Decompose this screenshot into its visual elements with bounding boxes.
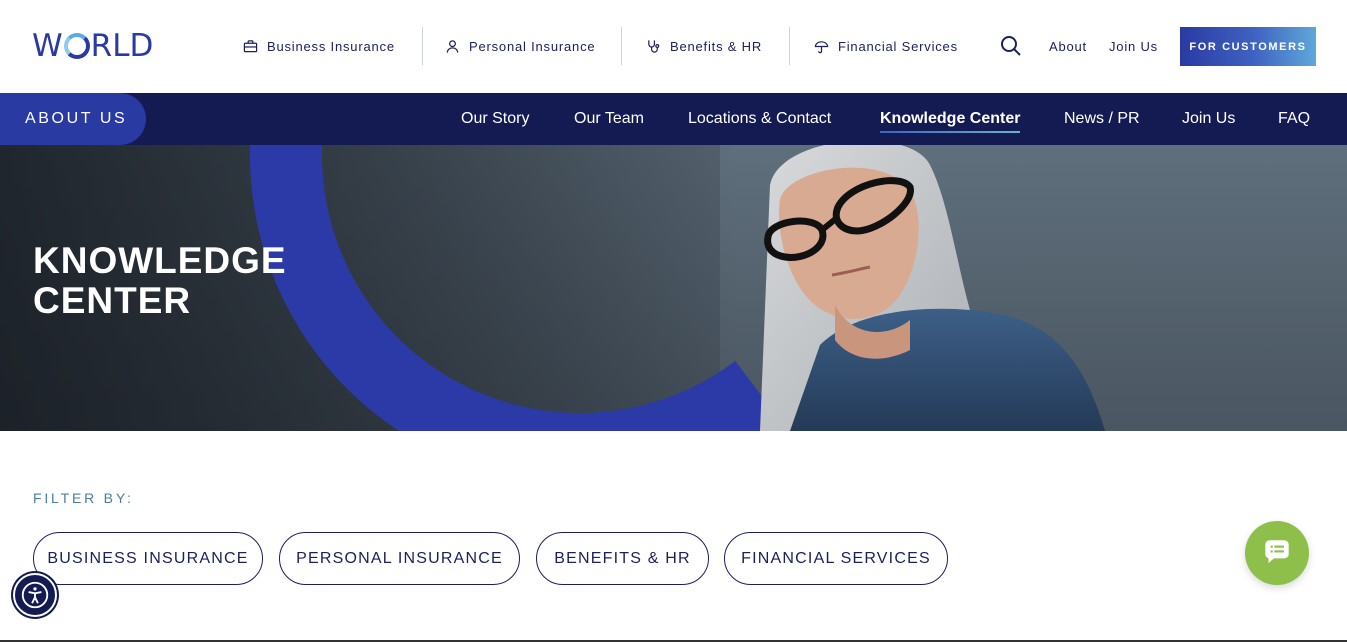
- nav-financial-services[interactable]: Financial Services: [814, 27, 958, 65]
- briefcase-icon: [243, 39, 258, 52]
- nav-financial-services-label: Financial Services: [838, 38, 958, 54]
- nav-personal-insurance-label: Personal Insurance: [469, 38, 596, 54]
- chat-button[interactable]: [1245, 521, 1309, 585]
- subnav-join-us[interactable]: Join Us: [1182, 110, 1235, 128]
- page-title-line1: KNOWLEDGE: [33, 240, 287, 281]
- hero-person-photo: [760, 145, 1105, 431]
- page-title-line2: CENTER: [33, 280, 192, 321]
- nav-personal-insurance[interactable]: Personal Insurance: [445, 27, 595, 65]
- subnav-knowledge-center[interactable]: Knowledge Center: [880, 110, 1021, 133]
- for-customers-button[interactable]: FOR CUSTOMERS: [1180, 27, 1316, 66]
- logo-o-icon: [63, 33, 90, 59]
- top-header: W RLD Business Insurance Personal Insura…: [0, 0, 1347, 93]
- filter-by-label: FILTER BY:: [33, 490, 134, 506]
- filter-personal-insurance-button[interactable]: PERSONAL INSURANCE: [279, 532, 520, 585]
- filter-financial-services-button[interactable]: FINANCIAL SERVICES: [724, 532, 948, 585]
- accessibility-button[interactable]: [13, 573, 57, 617]
- chat-bubble-icon: [1265, 540, 1289, 564]
- nav-divider: [422, 27, 423, 65]
- nav-business-insurance-label: Business Insurance: [267, 38, 395, 54]
- filter-business-insurance-button[interactable]: BUSINESS INSURANCE: [33, 532, 263, 585]
- search-icon: [1001, 36, 1021, 56]
- subnav-locations-contact[interactable]: Locations & Contact: [688, 110, 831, 128]
- section-title: ABOUT US: [25, 110, 128, 127]
- section-title-pill: ABOUT US: [0, 93, 146, 145]
- search-button[interactable]: [999, 34, 1023, 58]
- page-title: KNOWLEDGE CENTER: [33, 241, 287, 321]
- stethoscope-icon: [648, 39, 660, 53]
- nav-benefits-hr-label: Benefits & HR: [670, 38, 763, 54]
- subnav-faq[interactable]: FAQ: [1278, 110, 1310, 128]
- nav-business-insurance[interactable]: Business Insurance: [243, 27, 395, 65]
- subnav-our-team[interactable]: Our Team: [574, 110, 644, 128]
- subnav-our-story[interactable]: Our Story: [461, 110, 529, 128]
- logo-prefix: W: [32, 28, 63, 64]
- hero-banner: KNOWLEDGE CENTER: [0, 145, 1347, 431]
- subnav-news-pr[interactable]: News / PR: [1064, 110, 1140, 128]
- join-us-link[interactable]: Join Us: [1109, 39, 1158, 54]
- accessibility-icon: [21, 581, 49, 609]
- about-subnav: ABOUT US Our Story Our Team Locations & …: [0, 93, 1347, 145]
- filter-benefits-hr-button[interactable]: BENEFITS & HR: [536, 532, 709, 585]
- logo-suffix: RLD: [90, 28, 154, 64]
- world-logo[interactable]: W RLD: [32, 28, 153, 64]
- about-link[interactable]: About: [1049, 39, 1087, 54]
- nav-divider: [621, 27, 622, 65]
- nav-divider: [789, 27, 790, 65]
- umbrella-icon: [814, 40, 829, 53]
- nav-benefits-hr[interactable]: Benefits & HR: [646, 27, 762, 65]
- person-icon: [446, 39, 459, 53]
